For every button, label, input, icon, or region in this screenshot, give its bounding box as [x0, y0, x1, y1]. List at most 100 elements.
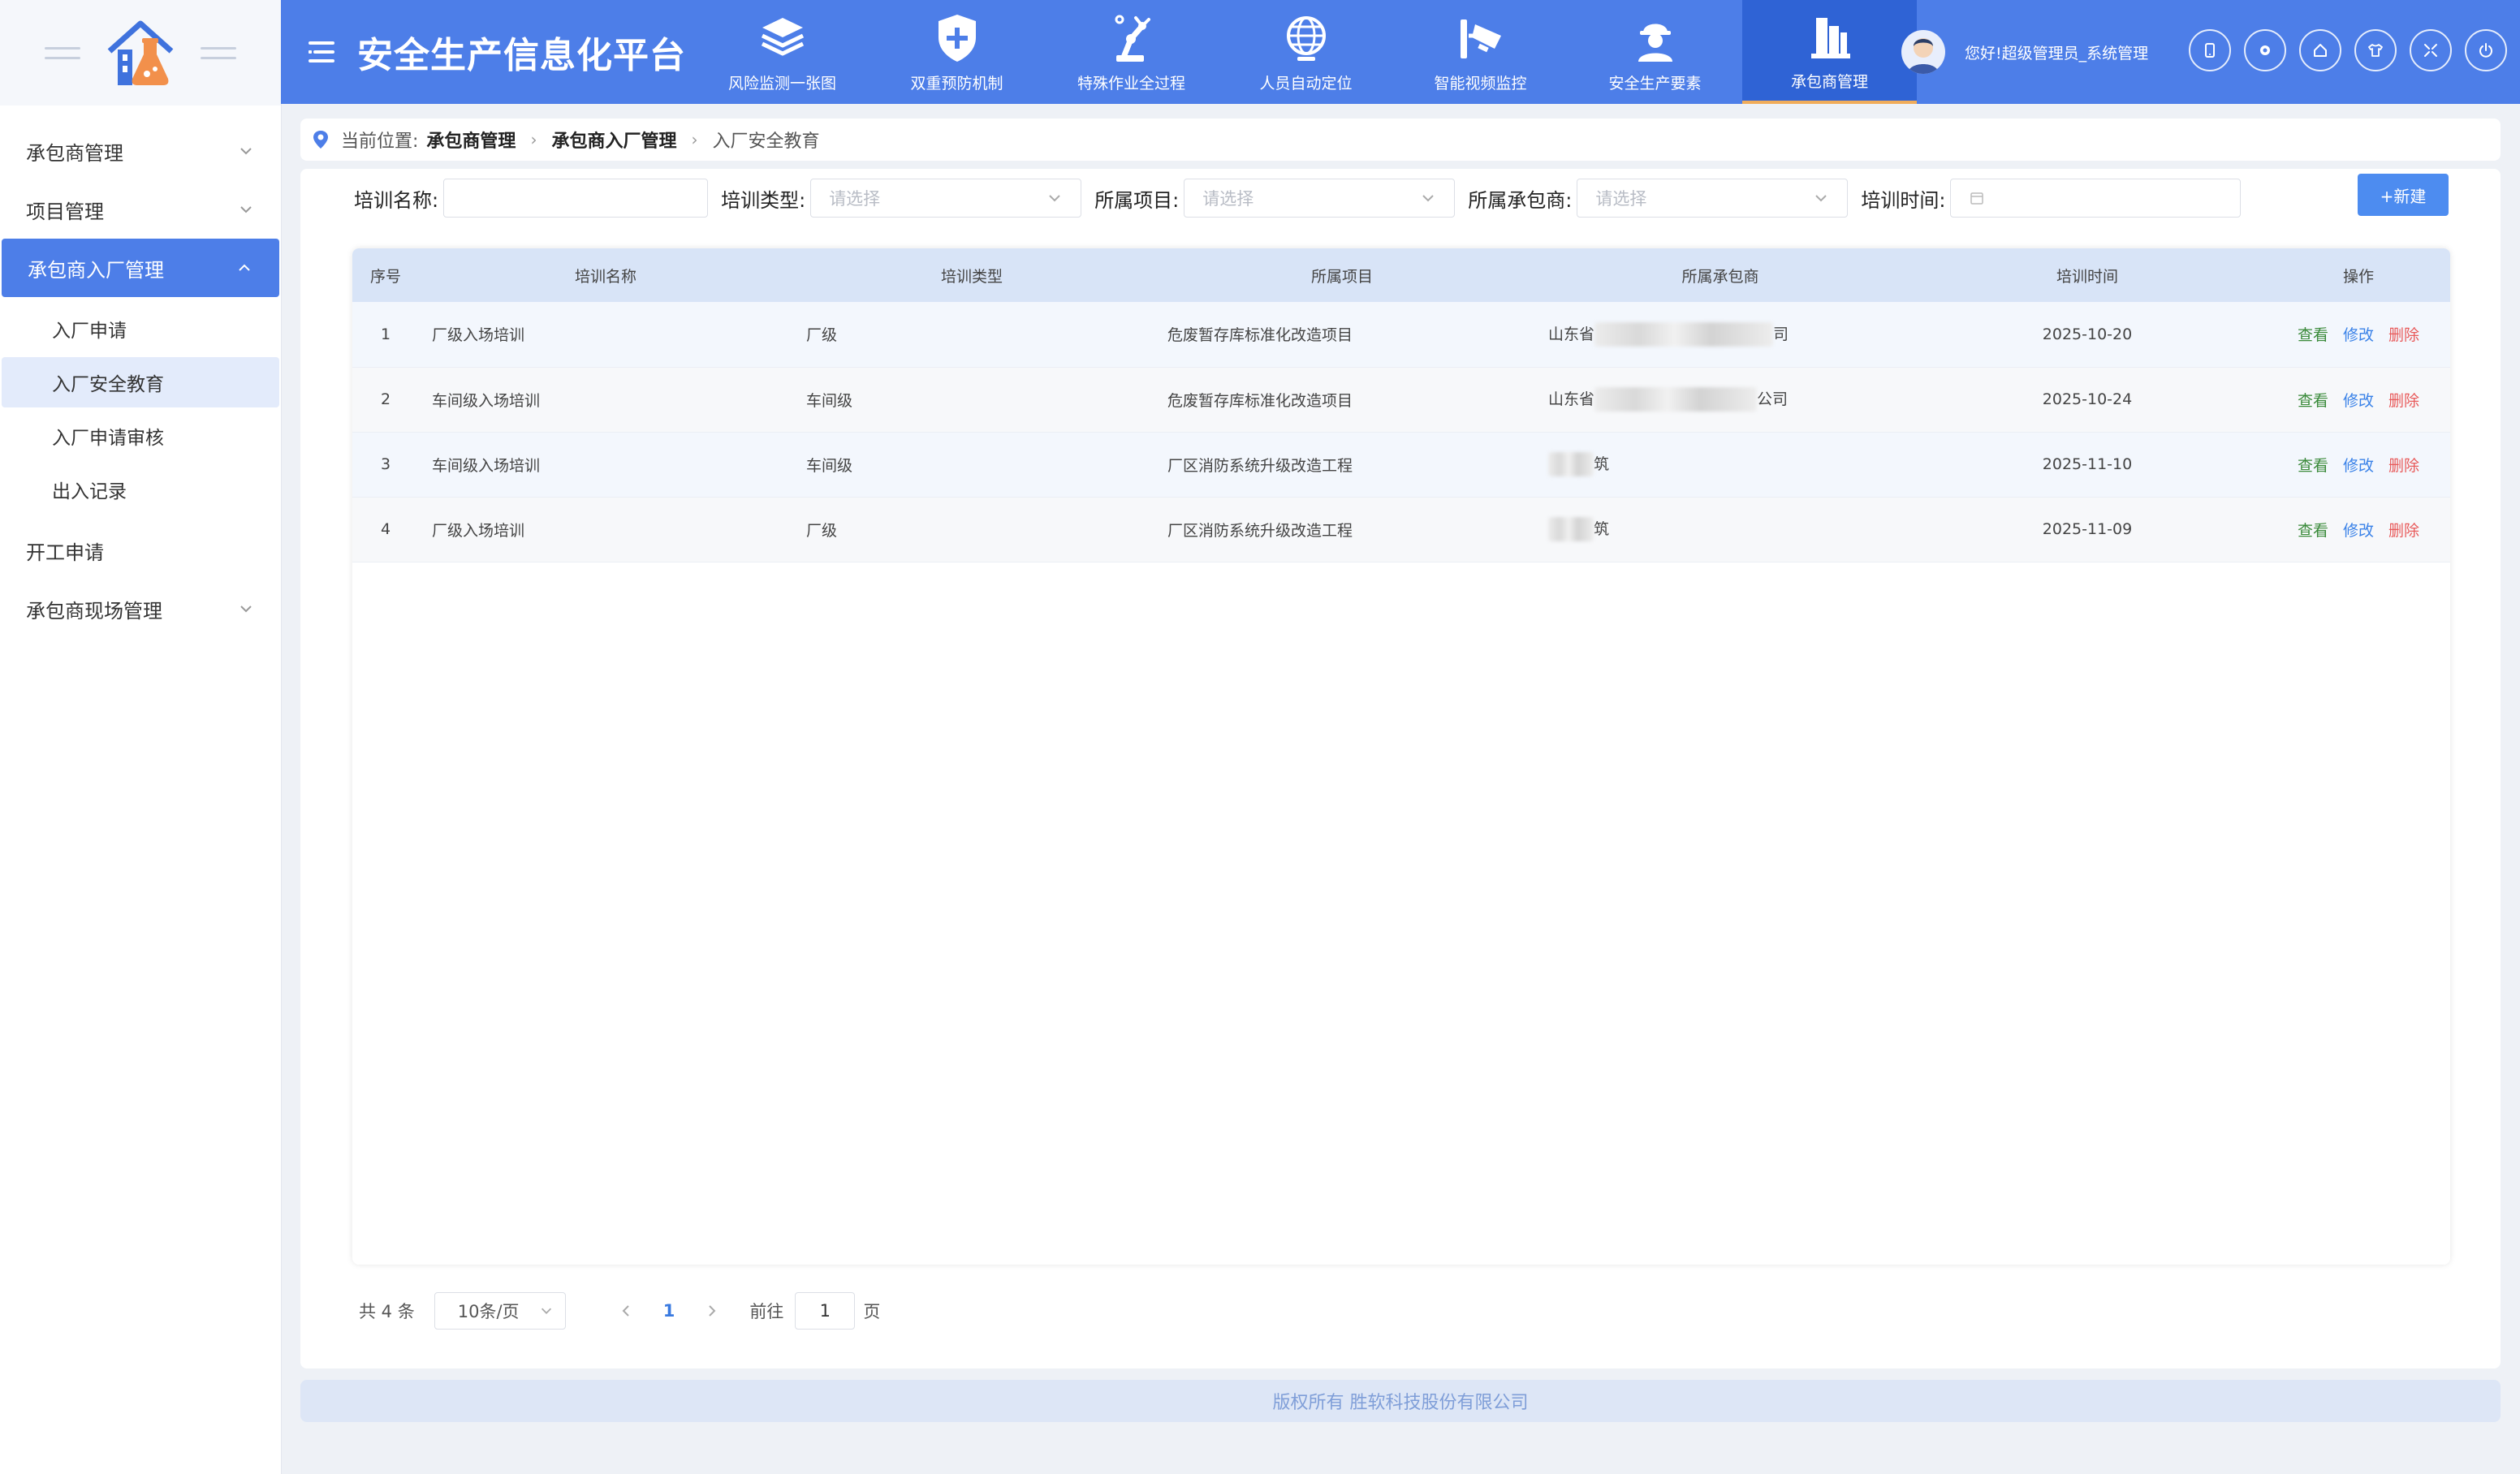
edit-button[interactable]: 修改 — [2343, 392, 2374, 410]
table-row: 1 厂级入场培训 厂级 危废暂存库标准化改造项目 山东省 司 2025-10-20… — [352, 302, 2450, 367]
edit-button[interactable]: 修改 — [2343, 457, 2374, 475]
column-header: 序号 — [369, 267, 401, 286]
cell-contractor: 山东省 公司 — [1534, 367, 1908, 432]
training-type-select[interactable]: 请选择 — [810, 179, 1082, 218]
logout-button[interactable] — [2465, 29, 2507, 71]
nav-label: 风险监测一张图 — [727, 74, 836, 93]
brand: 安全生产信息化平台 — [305, 0, 686, 104]
cell-training-name: 厂级入场培训 — [432, 521, 525, 540]
nav-video-monitoring[interactable]: 智能视频监控 — [1393, 0, 1568, 104]
shield-plus-icon — [938, 14, 976, 62]
nav-safety-elements[interactable]: 安全生产要素 — [1568, 0, 1742, 104]
page-number-current[interactable]: 1 — [663, 1301, 675, 1321]
delete-button[interactable]: 删除 — [2388, 457, 2419, 475]
building-icon — [1810, 17, 1850, 58]
sidebar-item-contractor-site-management[interactable]: 承包商现场管理 — [0, 580, 281, 638]
cell-actions: 查看 修改 删除 — [2267, 302, 2450, 367]
chevron-right-icon[interactable] — [704, 1303, 720, 1319]
menu-toggle-icon[interactable] — [305, 36, 338, 68]
goto-page-input[interactable]: 1 — [795, 1292, 856, 1330]
settings-button[interactable] — [2244, 29, 2286, 71]
table-header-row: 序号 培训名称 培训类型 所属项目 所属承包商 培训时间 操作 — [352, 248, 2450, 302]
skin-button[interactable] — [2354, 29, 2397, 71]
sidebar-item-contractor-entry-management[interactable]: 承包商入厂管理 — [2, 239, 279, 297]
nav-special-operations[interactable]: 特殊作业全过程 — [1044, 0, 1219, 104]
sidebar-subitem-entry-safety-education[interactable]: 入厂安全教育 — [2, 357, 279, 407]
delete-button[interactable]: 删除 — [2388, 326, 2419, 344]
layers-icon — [761, 17, 804, 55]
breadcrumb-item[interactable]: 承包商管理 — [426, 127, 516, 153]
nav-risk-monitoring[interactable]: 风险监测一张图 — [695, 0, 869, 104]
cell-actions: 查看 修改 删除 — [2267, 367, 2450, 432]
worker-icon — [1638, 24, 1672, 62]
chevron-right-icon: › — [530, 130, 537, 149]
nav-contractor-management[interactable]: 承包商管理 — [1742, 0, 1917, 104]
sidebar-subitem-access-records[interactable]: 出入记录 — [0, 464, 281, 515]
user-info[interactable]: 您好!超级管理员_系统管理 — [1901, 0, 2148, 104]
location-pin-icon — [313, 131, 328, 149]
view-button[interactable]: 查看 — [2298, 392, 2328, 410]
delete-button[interactable]: 删除 — [2388, 392, 2419, 410]
user-greeting: 您好!超级管理员_系统管理 — [1965, 44, 2149, 62]
nav-label: 智能视频监控 — [1434, 74, 1527, 93]
cell-index: 3 — [380, 455, 391, 473]
nav-dual-prevention[interactable]: 双重预防机制 — [869, 0, 1044, 104]
sidebar-item-work-start-application[interactable]: 开工申请 — [0, 521, 281, 580]
chevron-down-icon — [240, 206, 252, 213]
sidebar-item-contractor-management[interactable]: 承包商管理 — [0, 122, 281, 180]
cell-training-name: 车间级入场培训 — [432, 391, 541, 410]
view-button[interactable]: 查看 — [2298, 522, 2328, 540]
cell-training-type: 厂级 — [806, 326, 838, 345]
chevron-left-icon[interactable] — [618, 1303, 634, 1319]
view-button[interactable]: 查看 — [2298, 457, 2328, 475]
edit-button[interactable]: 修改 — [2343, 326, 2374, 344]
nav-label: 双重预防机制 — [910, 74, 1003, 93]
breadcrumb-current: 入厂安全教育 — [712, 131, 820, 152]
filter-time-label: 培训时间: — [1861, 188, 1946, 212]
cell-index: 4 — [380, 520, 391, 538]
cell-training-type: 厂级 — [806, 521, 838, 540]
goto-suffix: 页 — [863, 1302, 881, 1321]
cell-training-type: 车间级 — [806, 391, 853, 410]
chevron-down-icon — [240, 606, 252, 613]
cell-training-time: 2025-11-10 — [2042, 455, 2133, 473]
sidebar-item-label: 开工申请 — [26, 541, 104, 564]
sidebar-subitem-label: 入厂申请 — [52, 321, 127, 342]
calendar-icon — [1970, 192, 1984, 205]
robot-arm-icon — [1115, 15, 1150, 62]
shirt-icon — [2368, 44, 2383, 57]
tablet-button[interactable] — [2189, 29, 2231, 71]
cell-project: 危废暂存库标准化改造项目 — [1167, 326, 1353, 345]
filter-contractor-label: 所属承包商: — [1468, 188, 1573, 212]
user-avatar-icon — [1908, 38, 1939, 74]
delete-button[interactable]: 删除 — [2388, 522, 2419, 540]
view-button[interactable]: 查看 — [2298, 326, 2328, 344]
sidebar-subitem-label: 出入记录 — [52, 481, 127, 502]
project-select[interactable]: 请选择 — [1184, 179, 1456, 218]
fullscreen-button[interactable] — [2410, 29, 2452, 71]
table-row: 3 车间级入场培训 车间级 厂区消防系统升级改造工程 筑 2025-11-10 … — [352, 432, 2450, 497]
sidebar-item-label: 承包商现场管理 — [26, 599, 162, 623]
edit-button[interactable]: 修改 — [2343, 522, 2374, 540]
chevron-down-icon — [1422, 195, 1434, 202]
cell-training-time: 2025-10-20 — [2042, 325, 2133, 343]
training-date-picker[interactable] — [1950, 179, 2242, 218]
new-button[interactable]: +新建 — [2358, 174, 2449, 216]
nav-personnel-positioning[interactable]: 人员自动定位 — [1219, 0, 1393, 104]
sidebar-subitem-entry-application[interactable]: 入厂申请 — [0, 304, 281, 354]
cell-training-type: 车间级 — [806, 456, 853, 475]
sidebar-subitem-label: 入厂安全教育 — [52, 374, 164, 395]
contractor-prefix: 山东省 — [1548, 325, 1595, 343]
top-bar: 安全生产信息化平台 风险监测一张图 双重预防机制 特殊作业全过程 人员自动定位 … — [281, 0, 2520, 104]
select-placeholder: 请选择 — [1202, 189, 1254, 209]
sidebar-item-project-management[interactable]: 项目管理 — [0, 180, 281, 239]
contractor-select[interactable]: 请选择 — [1577, 179, 1849, 218]
cell-index: 1 — [380, 325, 391, 343]
sidebar-subitem-entry-review[interactable]: 入厂申请审核 — [0, 411, 281, 461]
contractor-suffix: 公司 — [1757, 390, 1789, 408]
page-size-select[interactable]: 10条/页 — [434, 1292, 566, 1330]
breadcrumb-item[interactable]: 承包商入厂管理 — [551, 127, 676, 153]
column-header: 培训类型 — [940, 267, 1003, 286]
home-button[interactable] — [2299, 29, 2341, 71]
training-name-input[interactable] — [443, 179, 709, 218]
